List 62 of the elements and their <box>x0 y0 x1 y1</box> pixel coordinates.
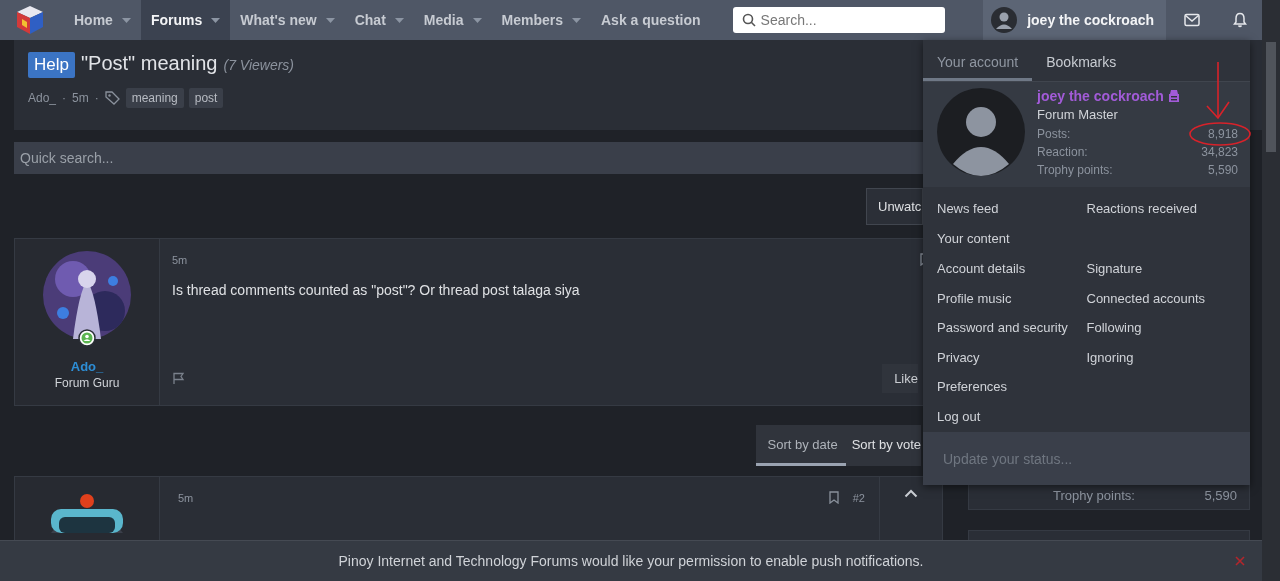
tag-chip[interactable]: meaning <box>125 88 184 108</box>
prefix-label[interactable]: Help <box>28 52 75 78</box>
tag-chip[interactable]: post <box>188 88 224 108</box>
separator: · <box>94 91 99 105</box>
post-text: Is thread comments counted as "post"? Or thread post talaga siya <box>172 282 581 300</box>
post-time: 5m <box>172 253 188 266</box>
author-link[interactable]: Ado_ <box>28 91 57 105</box>
menu-tab[interactable]: Bookmarks <box>1032 40 1131 82</box>
nav-tab[interactable]: Chat <box>344 0 414 40</box>
sort-tab[interactable]: Sort by date <box>755 425 846 466</box>
stat-value: 8,918 <box>1207 126 1238 144</box>
rank-icon <box>1167 89 1180 104</box>
menu-link[interactable]: Reactions received <box>1086 200 1198 216</box>
stat-label: Posts: <box>1037 126 1071 144</box>
thread-time: 5m <box>72 91 89 105</box>
nav-tab[interactable]: Forums <box>140 0 231 40</box>
mail-icon[interactable] <box>1184 13 1200 27</box>
notification-text: Pinoy Internet and Technology Forums would like your permission to enable push notifications. <box>338 553 924 569</box>
flag-icon[interactable] <box>172 372 185 385</box>
viewer-count: (7 Viewers) <box>223 57 294 73</box>
nav-tab[interactable]: Home <box>64 0 141 40</box>
menu-link[interactable]: Account details <box>937 261 1026 276</box>
menu-link[interactable]: Signature <box>1086 261 1143 276</box>
nav-tab[interactable]: What's new <box>230 0 345 40</box>
cube-logo-icon[interactable] <box>14 4 46 36</box>
sort-tab[interactable]: Sort by vote <box>845 425 921 466</box>
bell-icon[interactable] <box>1233 12 1247 28</box>
nav-tab[interactable]: Members <box>491 0 591 40</box>
avatar-icon <box>991 7 1018 33</box>
username-link[interactable]: Ado_ <box>70 359 104 374</box>
stat-label: Trophy points: <box>1053 488 1135 503</box>
post-time: 5m <box>178 491 194 504</box>
menu-link[interactable]: Ignoring <box>1086 349 1134 365</box>
search-icon <box>741 13 756 27</box>
stat-value: 5,590 <box>1204 488 1237 503</box>
separator: · <box>62 91 67 105</box>
bookmark-icon[interactable] <box>828 491 839 504</box>
upvote-icon[interactable] <box>904 489 918 498</box>
tag-icon <box>104 91 121 105</box>
menu-link[interactable]: News feed <box>937 200 999 216</box>
search-field[interactable]: Search... <box>732 7 945 33</box>
stat-value: 34,823 <box>1201 144 1238 162</box>
like-button[interactable]: Like <box>882 364 918 393</box>
unwatch-button[interactable]: Unwatc <box>866 188 923 225</box>
menu-link[interactable]: Profile music <box>937 290 1012 306</box>
scrollbar[interactable] <box>1262 0 1280 581</box>
menu-link[interactable]: Following <box>1086 320 1142 335</box>
menu-link[interactable]: Log out <box>937 409 981 425</box>
user-title: Forum Guru <box>54 376 120 390</box>
menu-link[interactable]: Preferences <box>937 379 1008 394</box>
post-number[interactable]: #2 <box>852 491 865 504</box>
menu-link[interactable]: Password and security <box>937 320 1068 335</box>
profile-title: Forum Master <box>1037 107 1119 123</box>
account-button[interactable]: joey the cockroach <box>983 0 1166 40</box>
stat-label: Reaction: <box>1037 144 1088 162</box>
avatar-icon <box>937 88 1025 177</box>
nav-tab[interactable]: Ask a question <box>591 0 711 40</box>
menu-link[interactable]: Connected accounts <box>1086 290 1206 306</box>
menu-link[interactable]: Privacy <box>937 349 980 365</box>
nav-tab[interactable]: Media <box>413 0 492 40</box>
thread-title: "Post" meaning <box>80 52 218 75</box>
menu-link[interactable]: Your content <box>937 230 1010 246</box>
